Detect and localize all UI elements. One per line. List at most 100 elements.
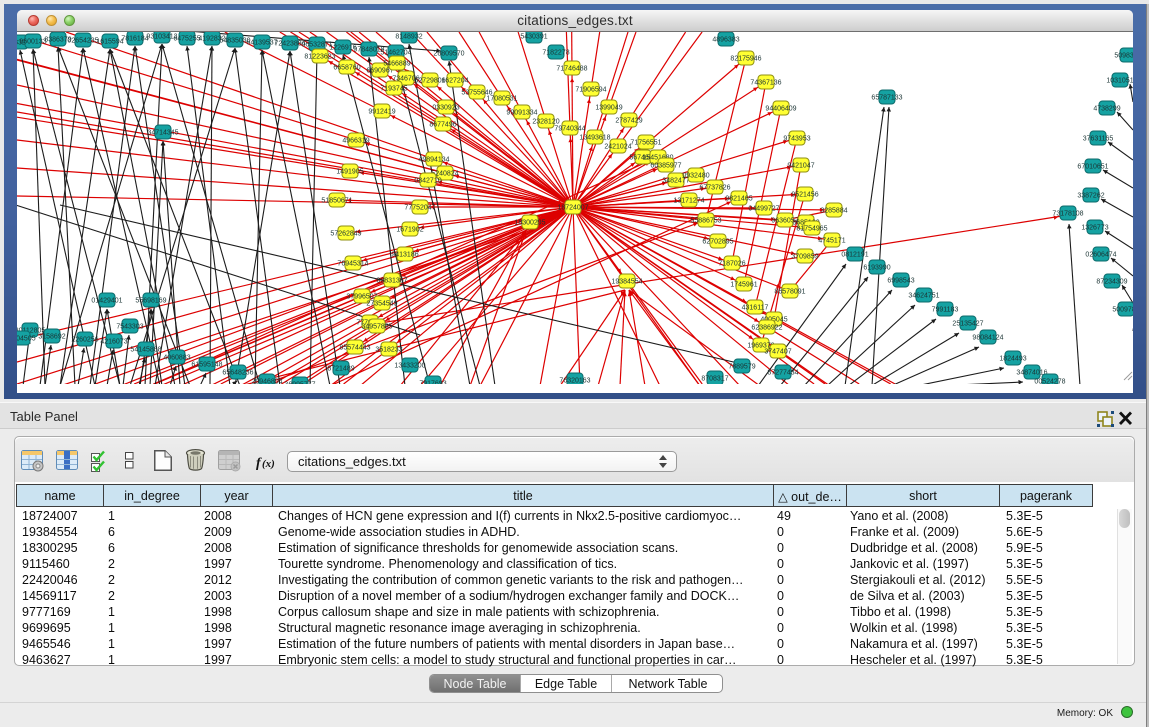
- svg-text:8708317: 8708317: [701, 376, 728, 383]
- svg-text:00524278: 00524278: [1034, 379, 1065, 385]
- svg-text:5466889: 5466889: [383, 61, 410, 68]
- svg-text:4966319: 4966319: [342, 138, 369, 145]
- svg-text:1491905: 1491905: [336, 169, 363, 176]
- svg-text:61595148: 61595148: [191, 362, 222, 369]
- svg-text:8677496: 8677496: [429, 122, 456, 129]
- svg-text:9600133: 9600133: [19, 39, 46, 46]
- svg-text:37631165: 37631165: [1083, 136, 1114, 143]
- svg-text:7889579: 7889579: [728, 364, 755, 371]
- svg-text:4316117: 4316117: [742, 305, 769, 312]
- svg-text:3709859: 3709859: [791, 254, 818, 261]
- svg-text:7816184: 7816184: [121, 36, 148, 43]
- svg-text:7187026: 7187026: [718, 261, 745, 268]
- svg-text:5098393: 5098393: [1114, 53, 1133, 60]
- svg-text:13433200: 13433200: [394, 363, 425, 370]
- svg-text:25135427: 25135427: [952, 321, 983, 328]
- svg-text:77752047: 77752047: [404, 205, 435, 212]
- svg-text:19384554: 19384554: [611, 279, 642, 286]
- svg-text:73178108: 73178108: [1052, 211, 1083, 218]
- svg-text:3387262: 3387262: [1077, 193, 1104, 200]
- svg-text:02606474: 02606474: [1085, 252, 1116, 259]
- svg-text:37996507: 37996507: [346, 294, 377, 301]
- svg-text:65648236: 65648236: [222, 370, 253, 377]
- svg-text:9521456: 9521456: [791, 192, 818, 199]
- svg-text:1824493: 1824493: [999, 356, 1026, 363]
- svg-text:57262849: 57262849: [330, 231, 361, 238]
- svg-text:9413186: 9413186: [391, 252, 418, 259]
- svg-text:1745961: 1745961: [730, 282, 757, 289]
- svg-text:8721489: 8721489: [327, 366, 354, 373]
- svg-text:6998543: 6998543: [887, 278, 914, 285]
- svg-text:34957885: 34957885: [361, 324, 392, 331]
- svg-text:67010651: 67010651: [1077, 164, 1108, 171]
- svg-text:0932480: 0932480: [682, 173, 709, 180]
- svg-text:9743953: 9743953: [783, 136, 810, 143]
- svg-text:9421047: 9421047: [787, 163, 814, 170]
- svg-text:17080531: 17080531: [486, 96, 517, 103]
- svg-text:4738299: 4738299: [1093, 106, 1120, 113]
- svg-text:86578091: 86578091: [774, 289, 805, 296]
- svg-text:76320163: 76320163: [559, 378, 590, 385]
- svg-text:71746488: 71746488: [556, 66, 587, 73]
- svg-text:98084124: 98084124: [972, 335, 1003, 342]
- svg-text:65787133: 65787133: [871, 95, 902, 102]
- svg-text:6193990: 6193990: [863, 265, 890, 272]
- svg-text:13171274: 13171274: [673, 198, 704, 205]
- svg-text:87277434: 87277434: [767, 370, 798, 377]
- svg-text:0842710: 0842710: [414, 178, 441, 185]
- svg-text:13493618: 13493618: [579, 135, 610, 142]
- svg-text:1326773: 1326773: [1081, 225, 1108, 232]
- svg-text:51850671: 51850671: [321, 198, 352, 205]
- svg-text:2421024: 2421024: [604, 144, 631, 151]
- svg-text:8148932: 8148932: [395, 34, 422, 41]
- svg-text:5009788: 5009788: [1112, 307, 1133, 314]
- svg-text:02654235: 02654235: [67, 38, 98, 45]
- svg-text:7193745: 7193745: [380, 86, 407, 93]
- svg-text:9821465: 9821465: [725, 196, 752, 203]
- svg-text:29946804: 29946804: [251, 379, 282, 385]
- svg-text:87234309: 87234309: [1096, 279, 1127, 286]
- svg-text:82175946: 82175946: [730, 56, 761, 63]
- svg-text:7182278: 7182278: [542, 50, 569, 57]
- svg-text:1671902: 1671902: [396, 227, 423, 234]
- svg-text:96532871: 96532871: [301, 42, 332, 49]
- svg-text:67737826: 67737826: [699, 185, 730, 192]
- svg-text:76945314: 76945314: [337, 261, 368, 268]
- svg-text:4060883: 4060883: [163, 355, 190, 362]
- svg-text:3158692: 3158692: [38, 334, 65, 341]
- svg-text:2787429: 2787429: [615, 118, 642, 125]
- svg-text:6204505: 6204505: [17, 336, 36, 343]
- svg-text:7991183: 7991183: [932, 307, 959, 314]
- svg-text:4216073: 4216073: [100, 339, 127, 346]
- svg-text:1615594: 1615594: [96, 39, 123, 46]
- svg-text:80831367: 80831367: [376, 278, 407, 285]
- svg-text:3518233: 3518233: [375, 347, 402, 354]
- svg-text:51462704: 51462704: [380, 50, 411, 57]
- svg-text:7917693: 7917693: [419, 381, 446, 385]
- svg-text:04499727: 04499727: [748, 206, 779, 213]
- svg-text:94406409: 94406409: [765, 106, 796, 113]
- svg-text:34714345: 34714345: [147, 130, 178, 137]
- svg-text:49894134: 49894134: [418, 157, 449, 164]
- svg-text:1399049: 1399049: [595, 105, 622, 112]
- svg-text:1627204: 1627204: [441, 78, 468, 85]
- svg-text:55886753: 55886753: [690, 218, 721, 225]
- svg-text:27354549: 27354549: [366, 301, 397, 308]
- svg-text:60385977: 60385977: [650, 163, 681, 170]
- svg-text:0812191: 0812191: [841, 252, 868, 259]
- svg-text:7543303: 7543303: [116, 324, 143, 331]
- svg-text:9912419: 9912419: [368, 109, 395, 116]
- svg-text:1031051: 1031051: [1106, 78, 1133, 85]
- svg-text:6658760: 6658760: [333, 65, 360, 72]
- svg-text:99091334: 99091334: [506, 110, 537, 117]
- svg-text:79740344: 79740344: [554, 126, 585, 133]
- svg-text:3285884: 3285884: [820, 208, 847, 215]
- svg-text:0330923: 0330923: [432, 105, 459, 112]
- svg-text:74367136: 74367136: [750, 80, 781, 87]
- svg-text:54145868: 54145868: [130, 347, 161, 354]
- svg-text:01429401: 01429401: [91, 298, 122, 305]
- svg-text:85574443: 85574443: [339, 345, 370, 352]
- svg-text:2260256: 2260256: [71, 337, 98, 344]
- svg-text:62386922: 62386922: [751, 325, 782, 332]
- svg-text:6475255: 6475255: [173, 36, 200, 43]
